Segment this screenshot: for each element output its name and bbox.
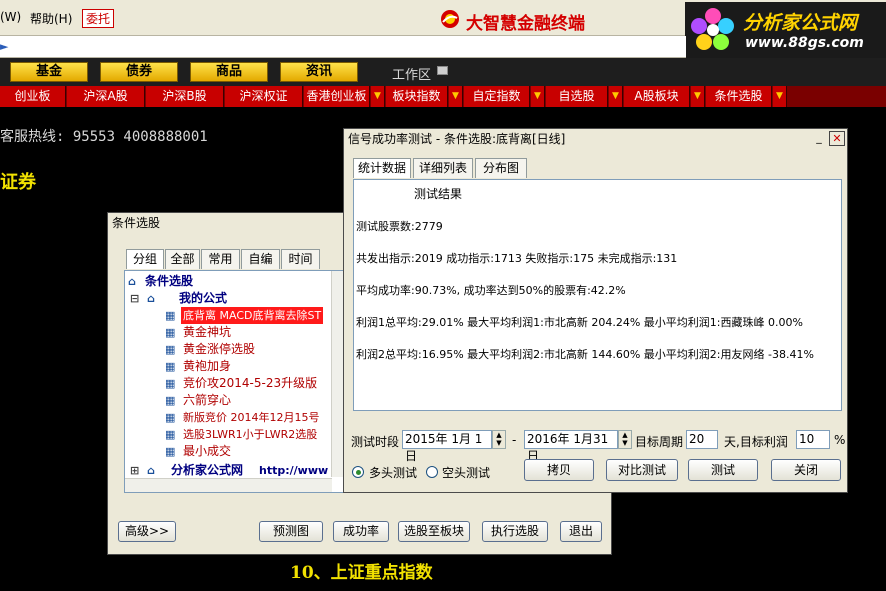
site-logo: 分析家公式网 www.88gs.com [685, 2, 886, 58]
tab-time[interactable]: 时间 [281, 249, 320, 269]
formula-icon: ▦ [165, 309, 176, 322]
signal-test-window: 信号成功率测试 - 条件选股:底背离[日线] _ ✕ 统计数据 详细列表 分布图… [343, 128, 848, 493]
tab-a-share-block[interactable]: A股板块 [624, 86, 690, 107]
short-test-radio[interactable] [426, 466, 438, 478]
long-test-radio[interactable] [352, 466, 364, 478]
flower-logo-icon [691, 8, 734, 50]
tab-distribution[interactable]: 分布图 [475, 158, 527, 178]
result-line: 共发出指示:2019 成功指示:1713 失败指示:175 未完成指示:131 [356, 252, 678, 265]
chevron-down-icon[interactable]: ▼ [609, 86, 623, 107]
help-menu[interactable]: 帮助(H) [30, 10, 72, 27]
date-separator: - [512, 433, 517, 447]
collapse-icon[interactable]: ⊟ [130, 293, 142, 304]
formula-icon: ▦ [165, 428, 176, 441]
percent-label: % [834, 433, 846, 447]
tab-block-index[interactable]: 板块指数 [386, 86, 448, 107]
predict-chart-button[interactable]: 预测图 [259, 521, 323, 542]
formula-icon: ▦ [165, 326, 176, 339]
tab-common[interactable]: 常用 [201, 249, 240, 269]
market-tab-bar: 创业板 沪深A股 沪深B股 沪深权证 香港创业板 ▼ 板块指数 ▼ 自定指数 ▼… [0, 86, 886, 107]
tab-sh-sz-a[interactable]: 沪深A股 [67, 86, 145, 107]
long-test-label: 多头测试 [369, 466, 418, 480]
service-hotline: 客服热线: 95553 4008888001 [0, 129, 208, 145]
advanced-button[interactable]: 高级>> [118, 521, 176, 542]
category-fund-button[interactable]: 基金 [10, 62, 88, 82]
brand-name: 大智慧金融终端 [466, 14, 585, 34]
target-profit-label: 天,目标利润 [724, 435, 788, 449]
category-commodity-button[interactable]: 商品 [190, 62, 268, 82]
target-period-label: 目标周期 [635, 435, 684, 449]
date-spinner-icon[interactable]: ▲ ▼ [618, 430, 632, 449]
entrust-menu[interactable]: 委托 [82, 9, 115, 28]
result-line: 平均成功率:90.73%, 成功率达到50%的股票有:42.2% [356, 284, 626, 297]
chevron-down-icon[interactable]: ▼ [371, 86, 385, 107]
address-strip: ► [0, 36, 686, 58]
envelope-icon[interactable] [437, 66, 448, 75]
index-title: 10、上证重点指数 [290, 563, 433, 583]
workspace-label[interactable]: 工作区 [392, 64, 431, 83]
tab-custom[interactable]: 自编 [241, 249, 280, 269]
home-icon: ⌂ [147, 464, 155, 477]
tab-custom-index[interactable]: 自定指数 [464, 86, 530, 107]
formula-icon: ▦ [165, 411, 176, 424]
chevron-down-icon[interactable]: ▼ [531, 86, 545, 107]
period-label: 测试时段 [351, 435, 400, 449]
result-panel: 测试结果 测试股票数:2779 共发出指示:2019 成功指示:1713 失败指… [353, 179, 842, 411]
site-name: 分析家公式网 [743, 12, 858, 34]
target-profit-input[interactable]: 10 [796, 430, 830, 449]
tab-watchlist[interactable]: 自选股 [546, 86, 608, 107]
expand-icon[interactable]: ⊞ [130, 465, 142, 476]
formula-icon: ▦ [165, 360, 176, 373]
run-pick-button[interactable]: 执行选股 [482, 521, 548, 542]
chevron-down-icon[interactable]: ▼ [691, 86, 705, 107]
tab-statistics[interactable]: 统计数据 [353, 158, 411, 178]
window-title: 信号成功率测试 - 条件选股:底背离[日线] [344, 129, 847, 149]
formula-icon: ▦ [165, 343, 176, 356]
success-rate-button[interactable]: 成功率 [333, 521, 389, 542]
site-url: www.88gs.com [745, 35, 864, 51]
arrow-right-icon: ► [0, 40, 9, 53]
end-date-field[interactable]: 2016年 1月31日 [524, 430, 618, 463]
tab-all[interactable]: 全部 [165, 249, 200, 269]
chevron-down-icon[interactable]: ▼ [449, 86, 463, 107]
category-bond-button[interactable]: 债券 [100, 62, 178, 82]
result-line: 利润2总平均:16.95% 最大平均利润2:市北高新 144.60% 最小平均利… [356, 348, 814, 361]
minimize-icon[interactable]: _ [811, 131, 827, 146]
tab-condition-pick[interactable]: 条件选股 [706, 86, 772, 107]
target-period-input[interactable]: 20 [686, 430, 718, 449]
brand-logo-icon [441, 10, 459, 28]
home-icon: ⌂ [128, 275, 136, 288]
test-button[interactable]: 测试 [688, 459, 758, 481]
chevron-down-icon[interactable]: ▼ [773, 86, 787, 107]
tab-sh-sz-b[interactable]: 沪深B股 [146, 86, 224, 107]
formula-icon: ▦ [165, 377, 176, 390]
tab-hk-gem[interactable]: 香港创业板 [304, 86, 370, 107]
tab-detail-list[interactable]: 详细列表 [413, 158, 473, 178]
start-date-field[interactable]: 2015年 1月 1日 [402, 430, 492, 463]
exit-button[interactable]: 退出 [560, 521, 602, 542]
tree-horizontal-scrollbar[interactable] [125, 478, 332, 492]
formula-tree[interactable]: ⌂ 条件选股 ⊟ ⌂ 我的公式 ▦ 底背离 MACD底背离去除ST ▦ 黄金神坑… [124, 270, 344, 493]
category-bar: 基金 债券 商品 资讯 工作区 [0, 58, 886, 86]
securities-label: 证券 [0, 172, 36, 193]
result-line: 利润1总平均:29.01% 最大平均利润1:市北高新 204.24% 最小平均利… [356, 316, 803, 329]
pick-to-block-button[interactable]: 选股至板块 [398, 521, 470, 542]
close-button[interactable]: 关闭 [771, 459, 841, 481]
tab-chinext[interactable]: 创业板 [0, 86, 66, 107]
result-heading: 测试结果 [414, 187, 463, 201]
close-icon[interactable]: ✕ [829, 131, 845, 146]
result-line: 测试股票数:2779 [356, 220, 443, 233]
tab-sh-sz-warrant[interactable]: 沪深权证 [225, 86, 303, 107]
tab-group[interactable]: 分组 [126, 249, 164, 269]
formula-icon: ▦ [165, 394, 176, 407]
formula-icon: ▦ [165, 445, 176, 458]
short-test-label: 空头测试 [442, 466, 491, 480]
date-spinner-icon[interactable]: ▲ ▼ [492, 430, 506, 449]
category-news-button[interactable]: 资讯 [280, 62, 358, 82]
compare-test-button[interactable]: 对比测试 [606, 459, 678, 481]
window-menu[interactable]: (W) [0, 10, 21, 24]
tree-vertical-scrollbar[interactable] [331, 271, 343, 477]
copy-button[interactable]: 拷贝 [524, 459, 594, 481]
home-icon: ⌂ [147, 292, 155, 305]
